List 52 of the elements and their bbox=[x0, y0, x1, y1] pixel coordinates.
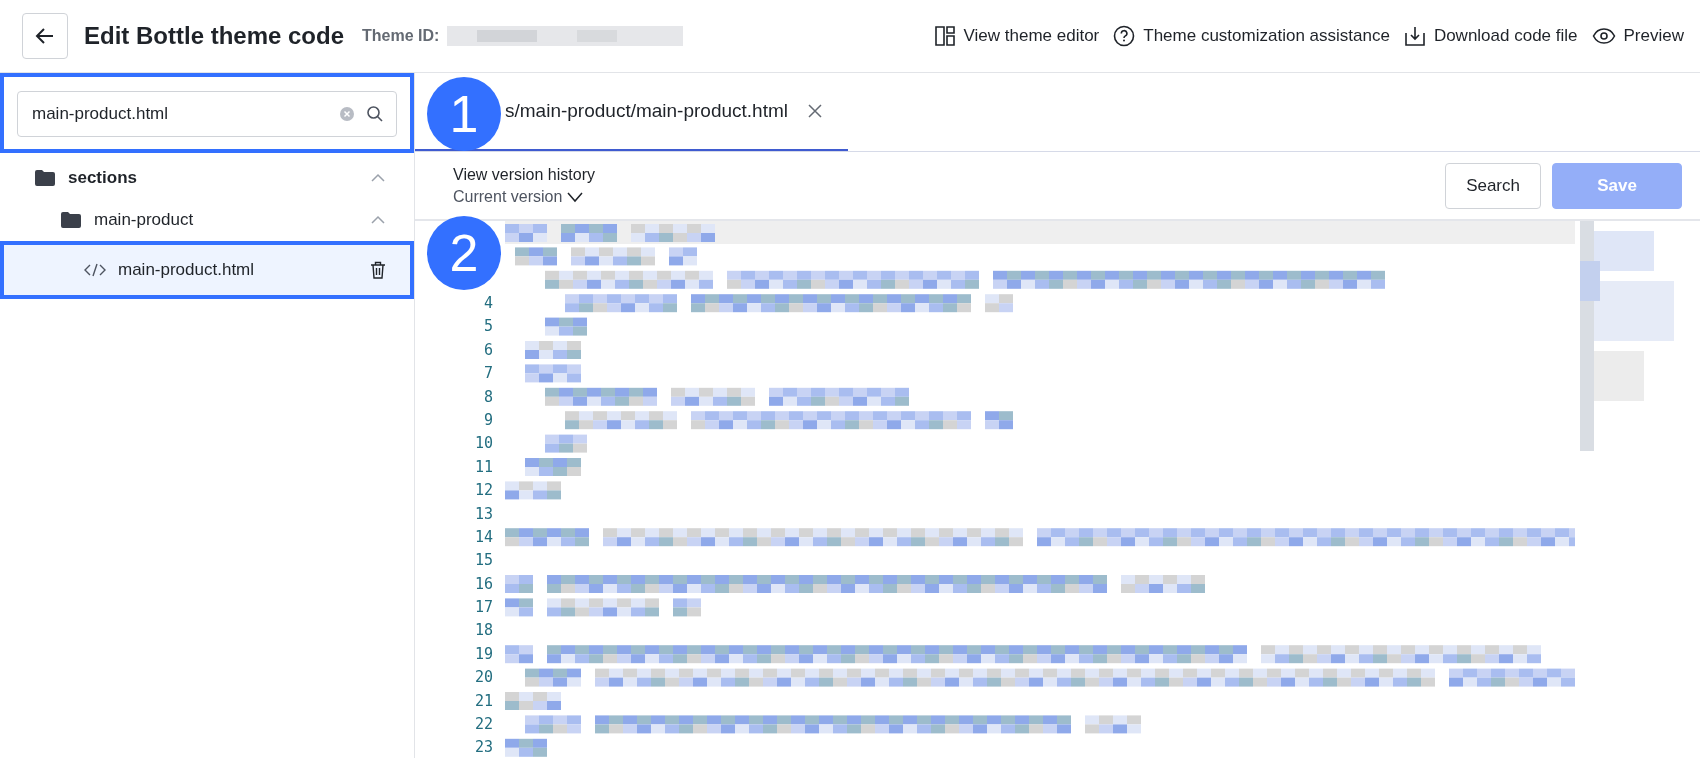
line-number: 14 bbox=[474, 526, 493, 548]
code-icon bbox=[84, 263, 106, 277]
annotation-badge: 2 bbox=[427, 216, 501, 290]
annotation-badge: 1 bbox=[427, 77, 501, 151]
version-history-link[interactable]: View version history bbox=[453, 165, 595, 184]
chevron-icon[interactable] bbox=[370, 173, 386, 183]
help-icon bbox=[1113, 25, 1136, 47]
trash-icon[interactable] bbox=[370, 261, 386, 279]
line-number: 18 bbox=[474, 620, 493, 642]
tree-item[interactable]: main-product.html bbox=[0, 241, 414, 299]
chevron-down-icon bbox=[566, 190, 585, 203]
close-icon[interactable] bbox=[806, 102, 824, 120]
line-number: 9 bbox=[483, 409, 493, 431]
theme-id-label: Theme ID: bbox=[362, 27, 440, 45]
folder-icon bbox=[34, 169, 56, 187]
line-number: 11 bbox=[474, 456, 493, 478]
search-button[interactable]: Search bbox=[1445, 162, 1541, 209]
line-number: 6 bbox=[483, 339, 493, 361]
back-button[interactable] bbox=[22, 13, 68, 59]
search-field[interactable]: main-product.html bbox=[17, 91, 397, 137]
line-number: 7 bbox=[483, 363, 493, 385]
line-number: 13 bbox=[474, 503, 493, 525]
line-number: 21 bbox=[474, 690, 493, 712]
line-number: 10 bbox=[474, 433, 493, 455]
folder-name: sections bbox=[68, 168, 138, 188]
tree-item[interactable]: sections bbox=[0, 157, 414, 199]
file-name: main-product.html bbox=[118, 260, 256, 280]
line-number: 20 bbox=[474, 667, 493, 689]
eye-icon bbox=[1591, 25, 1616, 47]
tree-item[interactable]: main-product bbox=[0, 199, 414, 241]
line-number: 17 bbox=[474, 597, 493, 619]
line-number: 8 bbox=[483, 386, 493, 408]
line-number: 23 bbox=[474, 737, 493, 758]
folder-name: main-product bbox=[94, 210, 195, 230]
page-title: Edit Bottle theme code bbox=[84, 22, 345, 50]
download-icon bbox=[1403, 25, 1426, 47]
line-number: 16 bbox=[474, 573, 493, 595]
chevron-icon[interactable] bbox=[370, 215, 386, 225]
header-action-link[interactable]: View theme editor bbox=[933, 25, 1100, 47]
line-number: 19 bbox=[474, 643, 493, 665]
folder-icon bbox=[60, 211, 82, 229]
line-number: 15 bbox=[474, 550, 493, 572]
header-action-link[interactable]: Download code file bbox=[1403, 25, 1578, 47]
header-action-link[interactable]: Preview bbox=[1591, 25, 1684, 47]
line-number: 5 bbox=[483, 316, 493, 338]
header-action-link[interactable]: Theme customization assistance bbox=[1113, 25, 1390, 47]
version-dropdown[interactable]: Current version bbox=[453, 187, 595, 206]
search-icon[interactable] bbox=[366, 105, 384, 123]
layout-icon bbox=[933, 25, 956, 47]
line-number: 22 bbox=[474, 714, 493, 736]
line-number: 4 bbox=[483, 293, 493, 314]
line-number: 12 bbox=[474, 480, 493, 502]
